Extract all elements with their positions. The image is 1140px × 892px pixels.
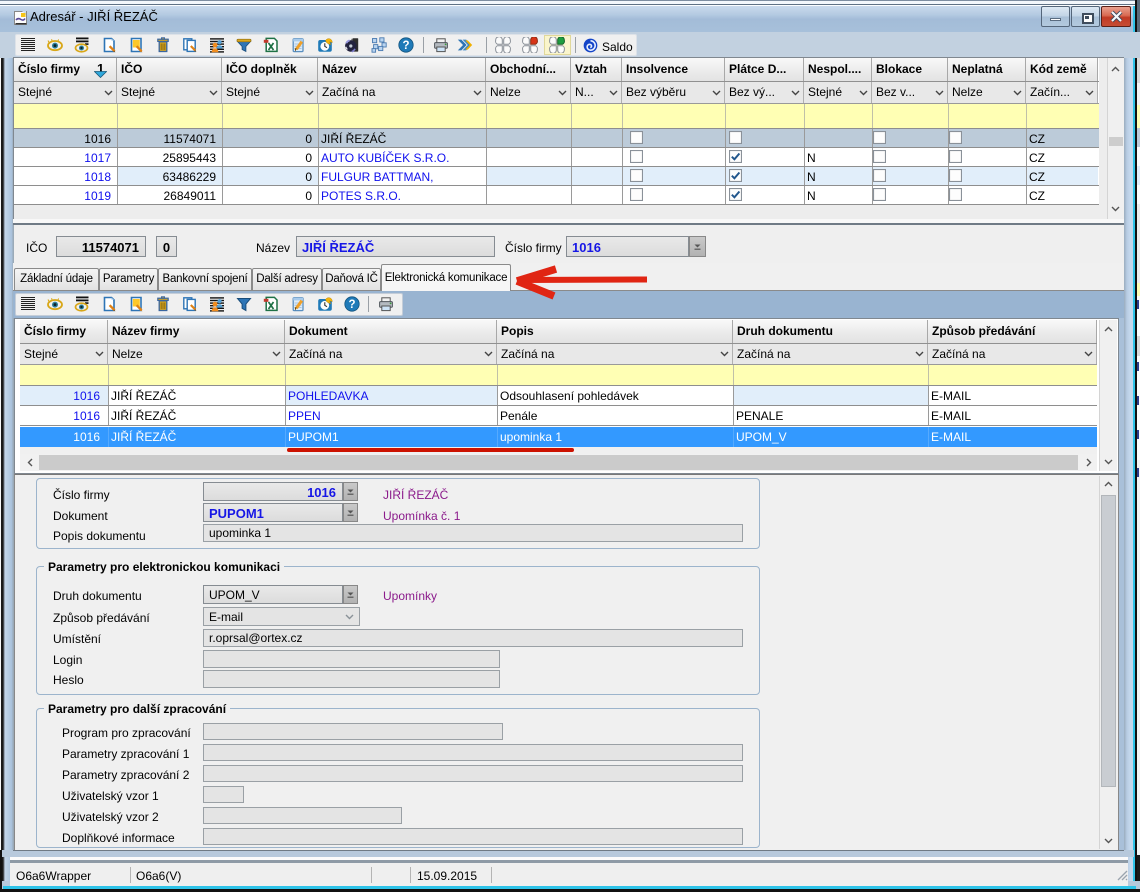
svg-text:?: ?	[348, 299, 355, 311]
svg-text:?: ?	[402, 40, 409, 52]
